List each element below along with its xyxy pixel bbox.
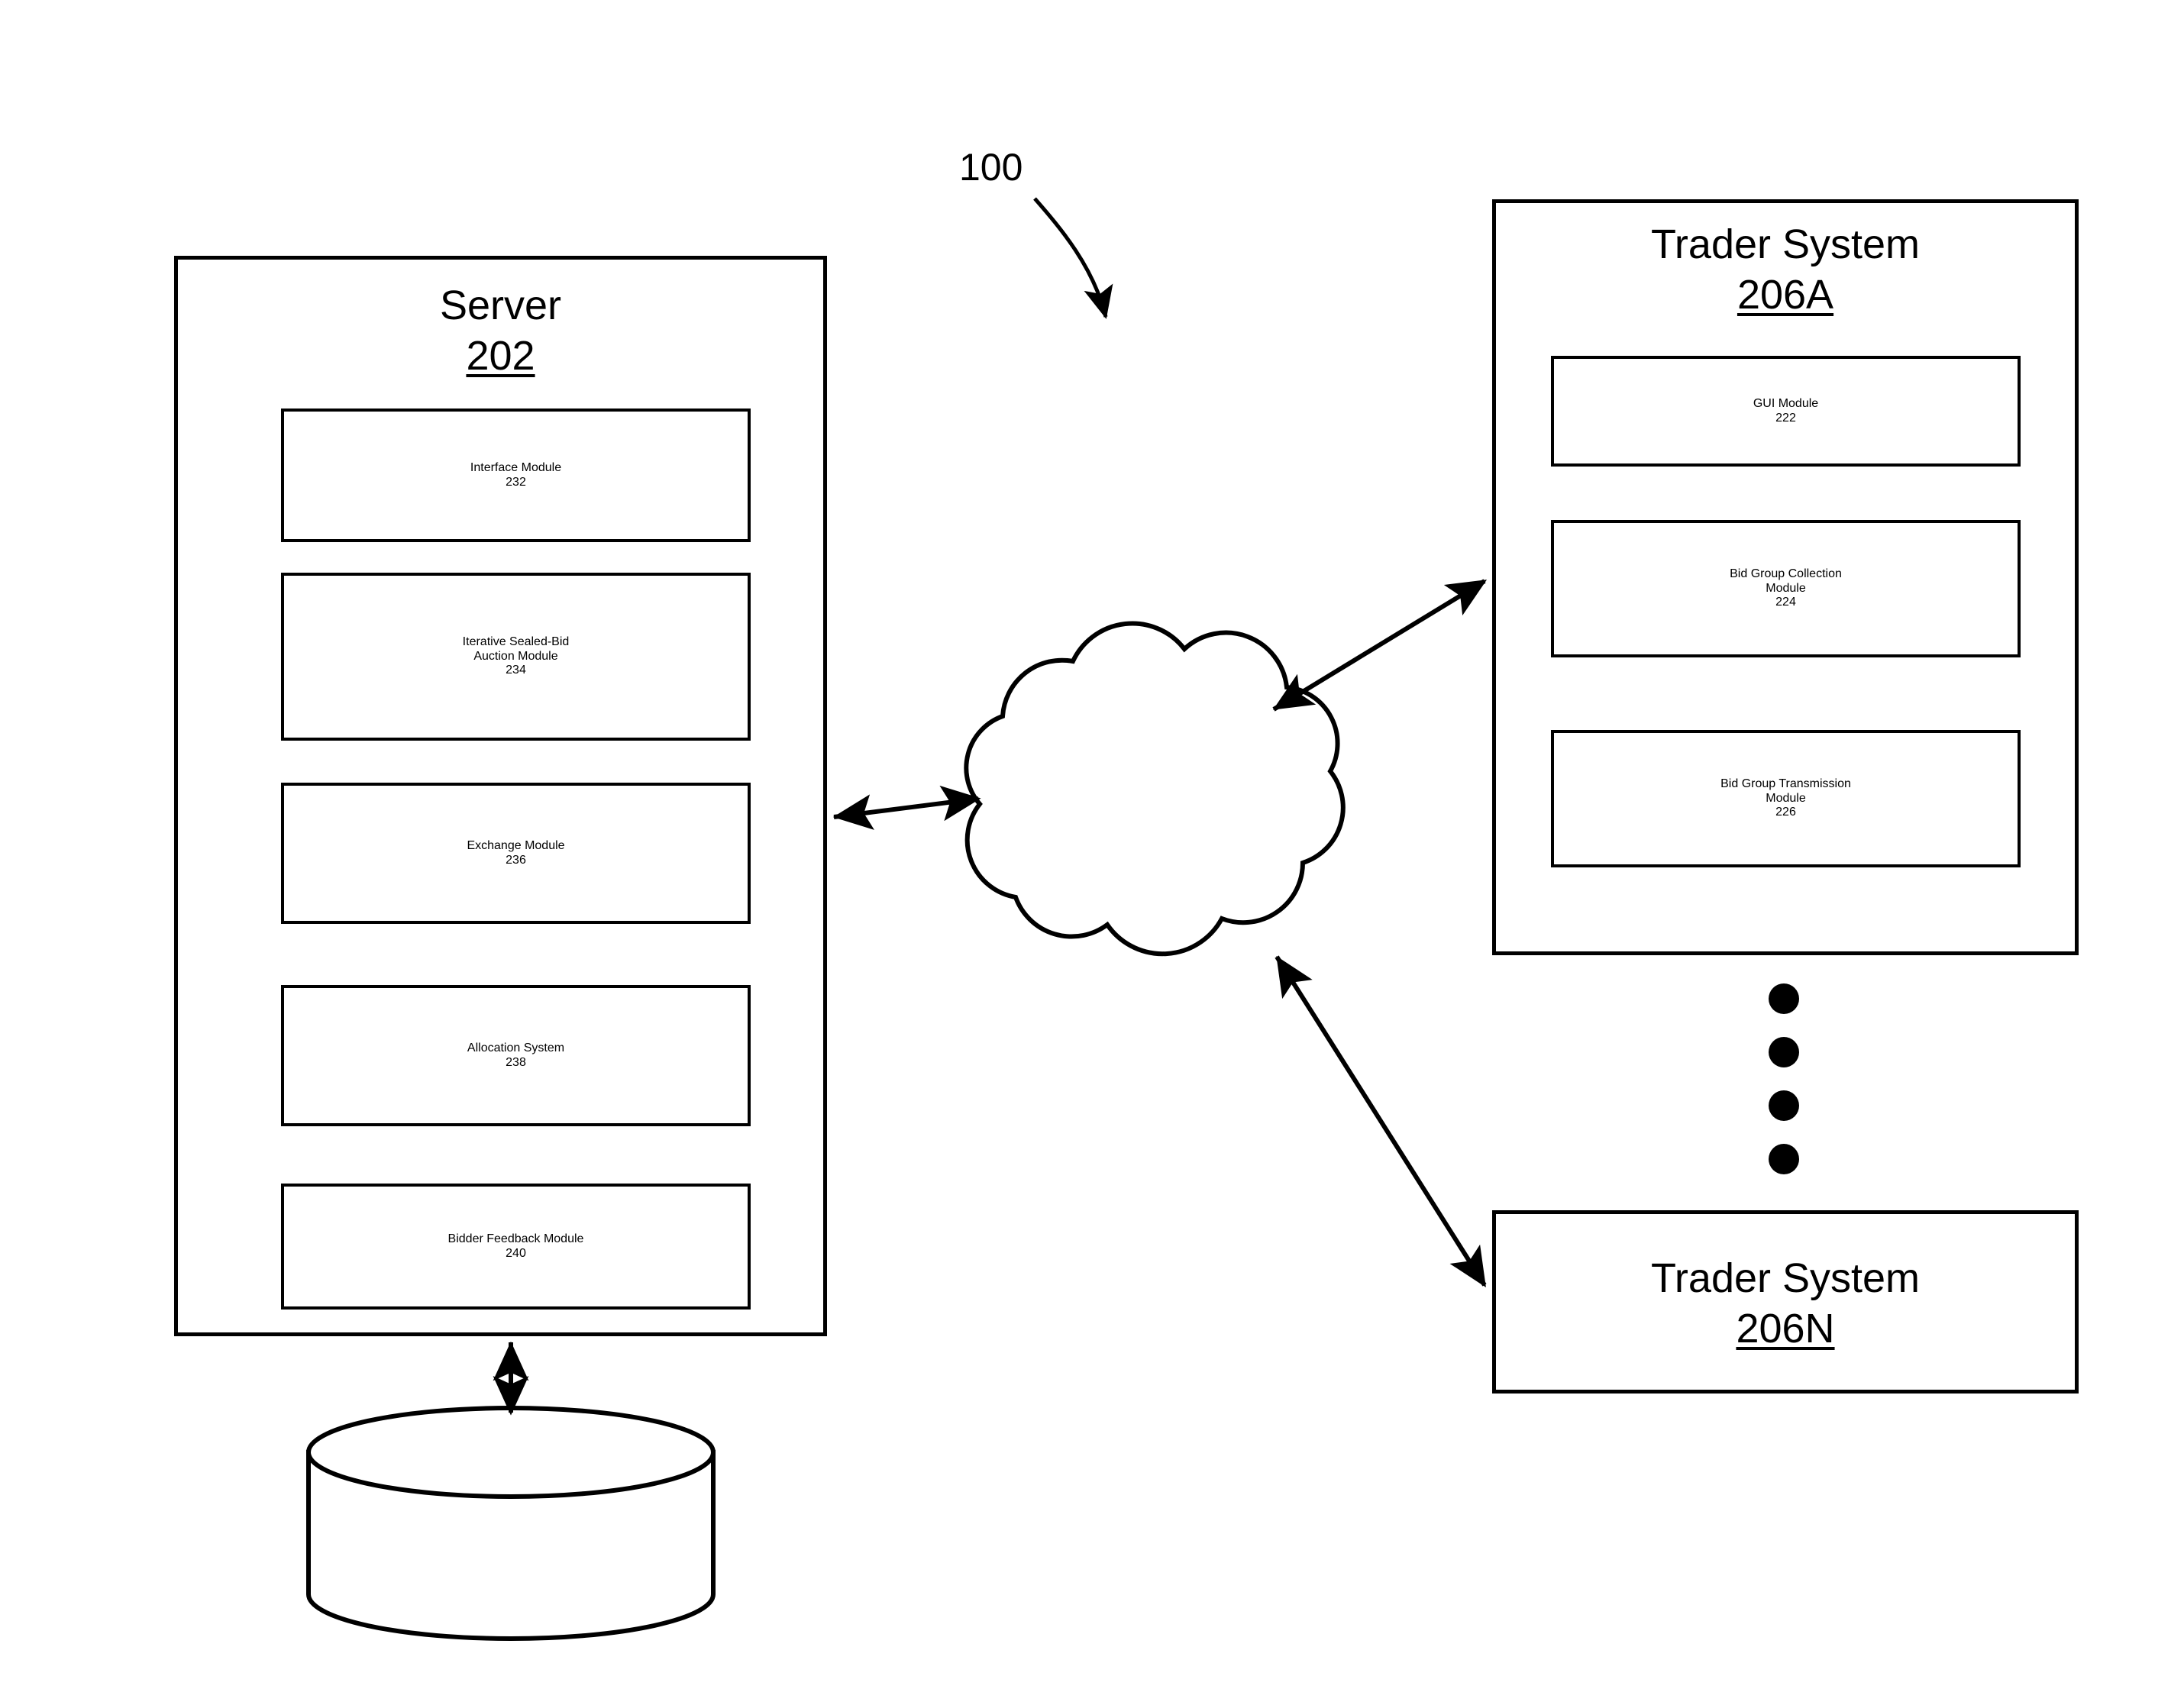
trader-a-heading: Trader System 206A (1496, 220, 2075, 321)
module-exchange[interactable]: Exchange Module 236 (281, 783, 751, 924)
trader-system-a-container: Trader System 206A GUI Module 222 Bid Gr… (1492, 199, 2079, 955)
module-bidder-feedback-label: Bidder Feedback Module (447, 1232, 584, 1245)
module-gui[interactable]: GUI Module 222 (1551, 356, 2021, 467)
module-bid-group-collection[interactable]: Bid Group Collection Module 224 (1551, 520, 2021, 657)
reference-arrow-100 (1033, 197, 1113, 319)
module-bid-transmission-line1: Bid Group Transmission (1720, 777, 1851, 790)
module-allocation-label: Allocation System (467, 1041, 565, 1054)
trader-n-heading: Trader System 206N (1496, 1254, 2075, 1355)
server-container: Server 202 Interface Module 232 Iterativ… (174, 256, 827, 1336)
module-gui-label: GUI Module (1753, 396, 1819, 410)
module-bid-transmission-number: 226 (1775, 806, 1796, 819)
module-exchange-label: Exchange Module (467, 838, 565, 852)
trader-a-title: Trader System (1650, 221, 1921, 267)
data-storage-line1: Data (471, 1458, 556, 1503)
server-heading: Server 202 (178, 281, 823, 382)
ellipsis-dot (1769, 983, 1799, 1014)
trader-a-number: 206A (1737, 271, 1834, 318)
arrow-server-to-network (832, 785, 981, 830)
module-bid-transmission-line2: Module (1766, 791, 1806, 805)
data-storage-label: Data Storage Units 208 (305, 1457, 722, 1600)
ellipsis-dot (1769, 1037, 1799, 1067)
system-architecture-diagram: 100 Server 202 Interface Module 232 Iter… (0, 0, 2184, 1689)
arrow-network-to-trader-n (1275, 955, 1487, 1288)
ellipsis-dot (1769, 1144, 1799, 1174)
module-bid-collection-line2: Module (1766, 581, 1806, 595)
trader-system-n-container: Trader System 206N (1492, 1210, 2079, 1394)
module-interface-label: Interface Module (470, 460, 562, 474)
server-title: Server (439, 283, 562, 328)
module-exchange-number: 236 (506, 853, 526, 867)
network-title: Network (1133, 788, 1280, 832)
data-storage-line2: Storage Units (393, 1506, 635, 1551)
module-gui-number: 222 (1775, 411, 1796, 425)
module-iterative-sealed-bid-auction[interactable]: Iterative Sealed-Bid Auction Module 234 (281, 573, 751, 741)
ellipsis-dot (1769, 1090, 1799, 1121)
module-auction-number: 234 (506, 664, 526, 677)
figure-reference-numeral: 100 (959, 146, 1023, 189)
module-bidder-feedback-number: 240 (506, 1246, 526, 1260)
arrow-network-to-trader-a (1272, 579, 1488, 712)
module-bid-collection-number: 224 (1775, 596, 1796, 609)
network-label: Network 204 (1054, 786, 1359, 882)
data-storage-number: 208 (480, 1553, 547, 1598)
module-interface-number: 232 (506, 475, 526, 489)
module-allocation-system[interactable]: Allocation System 238 (281, 985, 751, 1126)
trader-n-number: 206N (1736, 1305, 1835, 1352)
network-number: 204 (1173, 835, 1240, 880)
module-bidder-feedback[interactable]: Bidder Feedback Module 240 (281, 1184, 751, 1310)
module-auction-label-line1: Iterative Sealed-Bid (462, 635, 570, 648)
module-bid-collection-line1: Bid Group Collection (1730, 567, 1842, 580)
module-interface[interactable]: Interface Module 232 (281, 409, 751, 542)
module-bid-group-transmission[interactable]: Bid Group Transmission Module 226 (1551, 730, 2021, 867)
module-allocation-number: 238 (506, 1055, 526, 1069)
trader-n-title: Trader System (1650, 1255, 1921, 1301)
module-auction-label-line2: Auction Module (473, 649, 558, 663)
trader-systems-ellipsis (1769, 983, 1799, 1174)
server-number: 202 (466, 332, 535, 379)
